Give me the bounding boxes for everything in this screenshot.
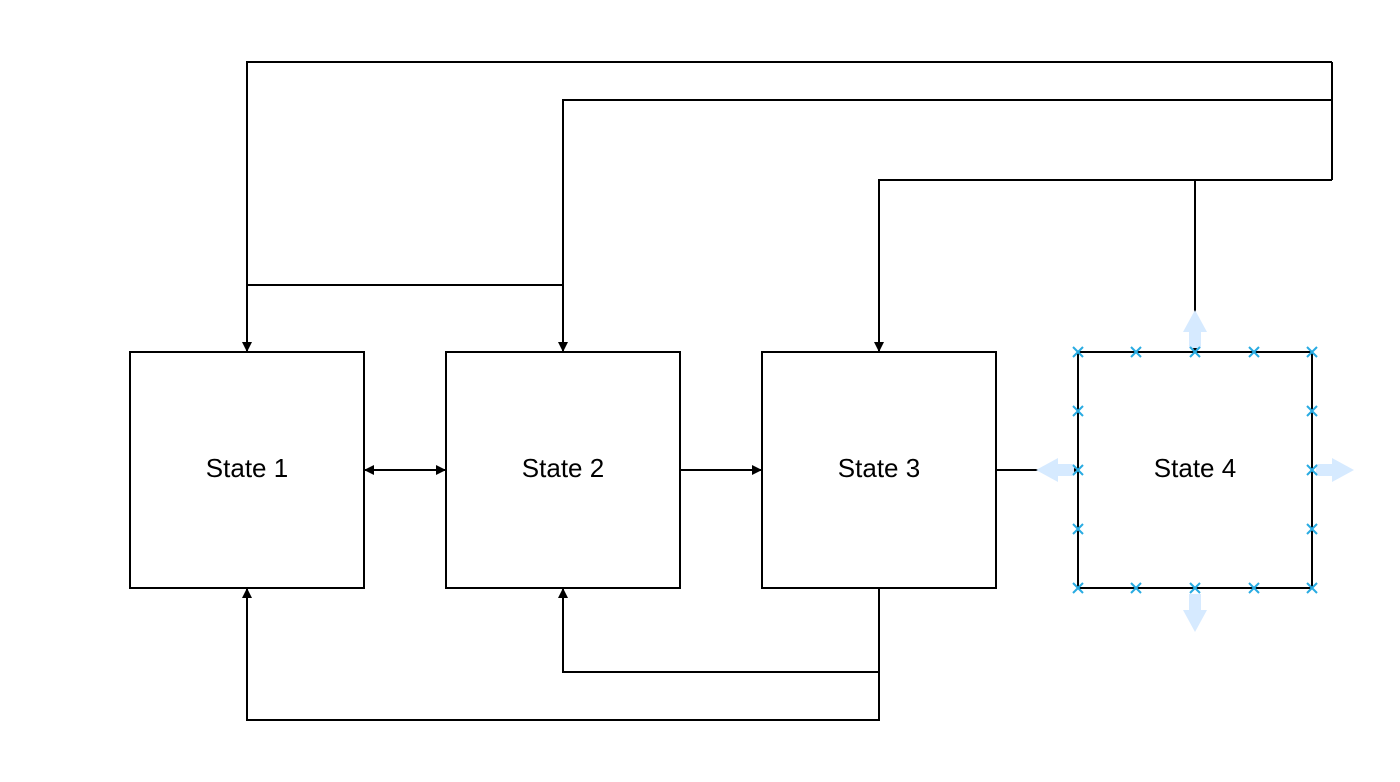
edge-top-to-state3[interactable] bbox=[879, 180, 1332, 352]
hint-arrow-right-icon bbox=[1316, 458, 1354, 482]
diagram-canvas[interactable]: State 1 State 2 State 3 State 4 bbox=[0, 0, 1400, 782]
node-state3[interactable]: State 3 bbox=[762, 352, 996, 588]
edge-state3-to-state2-bottom[interactable] bbox=[563, 588, 879, 672]
node-state3-label: State 3 bbox=[838, 453, 920, 483]
hint-arrow-down-icon bbox=[1183, 594, 1207, 632]
node-state4-label: State 4 bbox=[1154, 453, 1236, 483]
hint-arrow-up-icon bbox=[1183, 310, 1207, 348]
edge-top-to-state2[interactable] bbox=[563, 100, 1332, 352]
edge-top-to-state4[interactable] bbox=[1195, 180, 1332, 352]
node-state1[interactable]: State 1 bbox=[130, 352, 364, 588]
node-state2-label: State 2 bbox=[522, 453, 604, 483]
node-state2[interactable]: State 2 bbox=[446, 352, 680, 588]
edge-top-to-state1[interactable] bbox=[247, 62, 1332, 352]
node-state1-label: State 1 bbox=[206, 453, 288, 483]
hint-arrow-left-icon bbox=[1036, 458, 1074, 482]
node-state4[interactable]: State 4 bbox=[1036, 310, 1354, 632]
